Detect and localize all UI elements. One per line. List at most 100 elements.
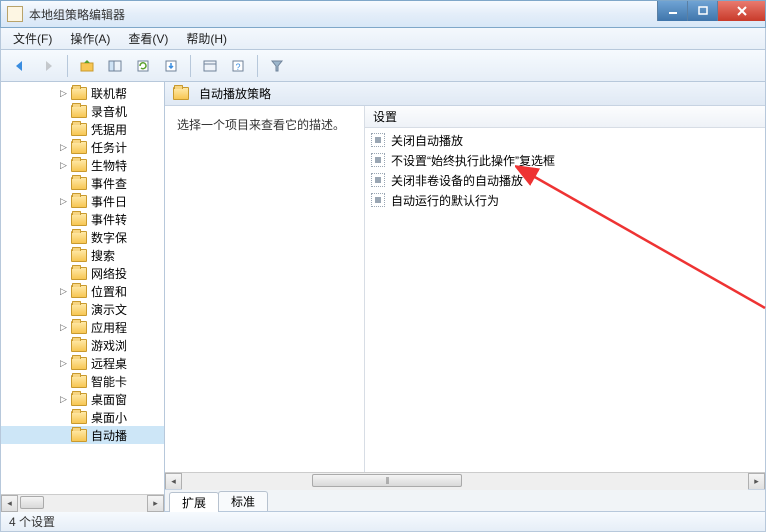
tree-item[interactable]: 事件查: [1, 174, 164, 192]
expander-icon[interactable]: ▷: [59, 197, 68, 206]
setting-item[interactable]: 不设置“始终执行此操作”复选框: [365, 150, 765, 170]
tree-item[interactable]: 桌面小: [1, 408, 164, 426]
setting-label: 不设置“始终执行此操作”复选框: [391, 152, 555, 169]
folder-icon: [71, 339, 87, 352]
setting-item[interactable]: 关闭自动播放: [365, 130, 765, 150]
tree-item[interactable]: ▷事件日: [1, 192, 164, 210]
pane-header: 自动播放策略: [165, 82, 765, 106]
menu-view[interactable]: 查看(V): [120, 28, 176, 49]
tree-item[interactable]: ▷任务计: [1, 138, 164, 156]
hscroll-right-button[interactable]: ▸: [147, 495, 164, 512]
expander-icon[interactable]: ▷: [59, 161, 68, 170]
hscroll-left-button[interactable]: ◂: [165, 473, 182, 490]
show-console-button[interactable]: [102, 54, 128, 78]
details-pane: 自动播放策略 选择一个项目来查看它的描述。 设置 关闭自动播放不设置“始终执行此…: [165, 82, 765, 511]
hscroll-left-button[interactable]: ◂: [1, 495, 18, 512]
tree-item-label: 自动播: [91, 427, 127, 444]
titlebar: 本地组策略编辑器: [0, 0, 766, 28]
tree-item[interactable]: ▷ 生物特: [1, 156, 164, 174]
policy-icon: [371, 173, 385, 187]
window-controls: [657, 1, 765, 21]
refresh-button[interactable]: [130, 54, 156, 78]
tab-extended[interactable]: 扩展: [169, 492, 219, 512]
up-button[interactable]: [74, 54, 100, 78]
tree-item[interactable]: 凭据用: [1, 120, 164, 138]
close-button[interactable]: [717, 1, 765, 21]
help-button[interactable]: ?: [225, 54, 251, 78]
minimize-button[interactable]: [657, 1, 687, 21]
tree-item-label: 演示文: [91, 301, 127, 318]
menu-help[interactable]: 帮助(H): [178, 28, 235, 49]
tree-item[interactable]: ▷位置和: [1, 282, 164, 300]
tree-item[interactable]: 自动播: [1, 426, 164, 444]
tree-item[interactable]: 数字保: [1, 228, 164, 246]
app-icon: [7, 6, 23, 22]
hscroll-track[interactable]: [182, 473, 748, 490]
tree-item[interactable]: 网络投: [1, 264, 164, 282]
expander-icon[interactable]: ▷: [59, 359, 68, 368]
tree-item-label: 应用程: [91, 319, 127, 336]
maximize-button[interactable]: [687, 1, 717, 21]
tree-item[interactable]: ▷ 应用程: [1, 318, 164, 336]
tree-item-label: 数字保: [91, 229, 127, 246]
tree-item[interactable]: 搜索: [1, 246, 164, 264]
tree-item[interactable]: 事件转: [1, 210, 164, 228]
tree-item[interactable]: ▷桌面窗: [1, 390, 164, 408]
setting-item[interactable]: 关闭非卷设备的自动播放: [365, 170, 765, 190]
folder-icon: [71, 357, 87, 370]
folder-icon: [71, 123, 87, 136]
hscroll-thumb[interactable]: [312, 474, 462, 487]
column-header-setting[interactable]: 设置: [365, 106, 765, 128]
tree-item-label: 凭据用: [91, 121, 127, 138]
tab-standard[interactable]: 标准: [218, 491, 268, 511]
setting-label: 关闭自动播放: [391, 132, 463, 149]
expander-icon[interactable]: ▷: [59, 395, 68, 404]
expander-icon[interactable]: ▷: [59, 143, 68, 152]
folder-icon: [71, 411, 87, 424]
menubar: 文件(F) 操作(A) 查看(V) 帮助(H): [0, 28, 766, 50]
expander-icon[interactable]: ▷: [59, 89, 68, 98]
tree-item-label: 搜索: [91, 247, 115, 264]
policy-icon: [371, 153, 385, 167]
tree-item[interactable]: ▷远程桌: [1, 354, 164, 372]
settings-list: 关闭自动播放不设置“始终执行此操作”复选框关闭非卷设备的自动播放自动运行的默认行…: [365, 128, 765, 212]
setting-item[interactable]: 自动运行的默认行为: [365, 190, 765, 210]
content-area: ▷联机帮录音机凭据用▷任务计▷生物特事件查▷事件日事件转数字保搜索网络投▷位置和…: [0, 82, 766, 512]
description-column: 选择一个项目来查看它的描述。: [165, 106, 365, 472]
menu-action[interactable]: 操作(A): [62, 28, 118, 49]
tree-item[interactable]: 演示文: [1, 300, 164, 318]
hscroll-thumb[interactable]: [20, 496, 44, 509]
hscroll-right-button[interactable]: ▸: [748, 473, 765, 490]
folder-icon: [71, 177, 87, 190]
tree-item[interactable]: 录音机: [1, 102, 164, 120]
expander-icon[interactable]: ▷: [59, 323, 68, 332]
setting-label: 关闭非卷设备的自动播放: [391, 172, 523, 189]
folder-icon: [71, 213, 87, 226]
folder-icon: [71, 321, 87, 334]
tree-item-label: 智能卡: [91, 373, 127, 390]
column-header-label: 设置: [373, 108, 397, 125]
policy-icon: [371, 133, 385, 147]
forward-button[interactable]: [35, 54, 61, 78]
expander-icon[interactable]: ▷: [59, 287, 68, 296]
menu-file[interactable]: 文件(F): [5, 28, 60, 49]
export-button[interactable]: [158, 54, 184, 78]
window-title: 本地组策略编辑器: [29, 6, 125, 23]
tree-item-label: 生物特: [91, 157, 127, 174]
properties-button[interactable]: [197, 54, 223, 78]
tree-item[interactable]: 智能卡: [1, 372, 164, 390]
tree-item-label: 游戏浏: [91, 337, 127, 354]
tree-item[interactable]: ▷联机帮: [1, 84, 164, 102]
filter-button[interactable]: [264, 54, 290, 78]
folder-icon: [71, 141, 87, 154]
tree-item[interactable]: 游戏浏: [1, 336, 164, 354]
pane-title: 自动播放策略: [199, 85, 271, 102]
back-button[interactable]: [7, 54, 33, 78]
pane-body: 选择一个项目来查看它的描述。 设置 关闭自动播放不设置“始终执行此操作”复选框关…: [165, 106, 765, 472]
tree-pane: ▷联机帮录音机凭据用▷任务计▷生物特事件查▷事件日事件转数字保搜索网络投▷位置和…: [1, 82, 165, 511]
tree-item-label: 事件查: [91, 175, 127, 192]
hscroll-track[interactable]: [18, 495, 147, 512]
folder-icon: [71, 375, 87, 388]
status-text: 4 个设置: [9, 513, 55, 530]
tree-scroll[interactable]: ▷联机帮录音机凭据用▷任务计▷生物特事件查▷事件日事件转数字保搜索网络投▷位置和…: [1, 82, 164, 494]
